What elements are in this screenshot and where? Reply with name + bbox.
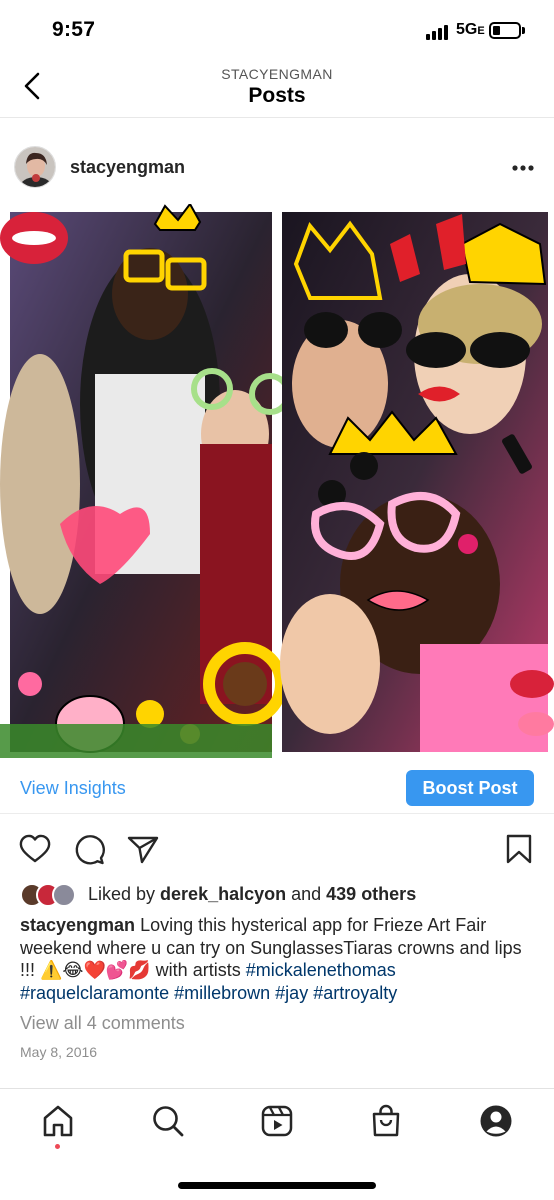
- likes-text: Liked by derek_halcyon and 439 others: [88, 884, 417, 904]
- hashtag[interactable]: #artroyalty: [313, 983, 397, 1003]
- page-header: STACYENGMAN Posts: [0, 60, 554, 118]
- post-date: May 8, 2016: [20, 1044, 98, 1060]
- avatar: [52, 883, 76, 907]
- signal-icon: [426, 24, 452, 40]
- header-subtitle: STACYENGMAN: [221, 66, 333, 82]
- page-title: Posts: [248, 84, 306, 107]
- battery-tip: [522, 27, 525, 34]
- liker-username[interactable]: derek_halcyon: [160, 884, 286, 904]
- home-indicator: [178, 1182, 376, 1189]
- network-indicator: 5GE: [456, 21, 485, 38]
- search-icon: [153, 1106, 184, 1137]
- insights-row: View Insights Boost Post: [0, 764, 554, 814]
- hashtag[interactable]: #millebrown: [174, 983, 270, 1003]
- more-options-button[interactable]: [508, 158, 538, 178]
- caption-username[interactable]: stacyengman: [20, 915, 135, 935]
- view-comments-link[interactable]: View all 4 comments: [20, 1013, 185, 1034]
- post-image[interactable]: [0, 204, 554, 758]
- liker-avatars: [20, 883, 80, 907]
- hashtag[interactable]: #mickalenethomas: [246, 960, 396, 980]
- avatar[interactable]: [14, 146, 56, 188]
- save-button[interactable]: [502, 832, 536, 866]
- post-header: stacyengman: [0, 140, 554, 196]
- likes-others[interactable]: 439 others: [326, 884, 416, 904]
- status-bar: 9:57 5GE: [0, 0, 554, 60]
- home-icon: [43, 1105, 73, 1137]
- notification-dot: [55, 1144, 60, 1149]
- like-button[interactable]: [18, 832, 52, 866]
- heart-icon: [19, 834, 51, 863]
- nav-home-button[interactable]: [40, 1103, 76, 1139]
- hashtag[interactable]: #raquelclaramonte: [20, 983, 169, 1003]
- shop-icon: [372, 1104, 400, 1137]
- nav-search-button[interactable]: [150, 1103, 186, 1139]
- status-time: 9:57: [52, 18, 96, 41]
- share-button[interactable]: [126, 832, 160, 866]
- comment-icon: [75, 835, 105, 865]
- post-actions: [0, 828, 554, 872]
- ellipsis-icon: [512, 165, 534, 171]
- profile-icon: [480, 1105, 512, 1137]
- nav-profile-button[interactable]: [478, 1103, 514, 1139]
- likes-summary[interactable]: Liked by derek_halcyon and 439 others: [20, 880, 540, 910]
- bookmark-icon: [506, 834, 532, 864]
- view-insights-link[interactable]: View Insights: [20, 778, 126, 799]
- post-username[interactable]: stacyengman: [70, 157, 185, 178]
- boost-post-button[interactable]: Boost Post: [406, 770, 534, 806]
- reels-icon: [261, 1105, 293, 1137]
- hashtag[interactable]: #jay: [275, 983, 308, 1003]
- nav-shop-button[interactable]: [368, 1103, 404, 1139]
- comment-button[interactable]: [72, 832, 106, 866]
- battery-icon: [489, 22, 521, 39]
- nav-reels-button[interactable]: [259, 1103, 295, 1139]
- post-caption: stacyengman Loving this hysterical app f…: [20, 914, 540, 1004]
- paper-plane-icon: [127, 836, 159, 864]
